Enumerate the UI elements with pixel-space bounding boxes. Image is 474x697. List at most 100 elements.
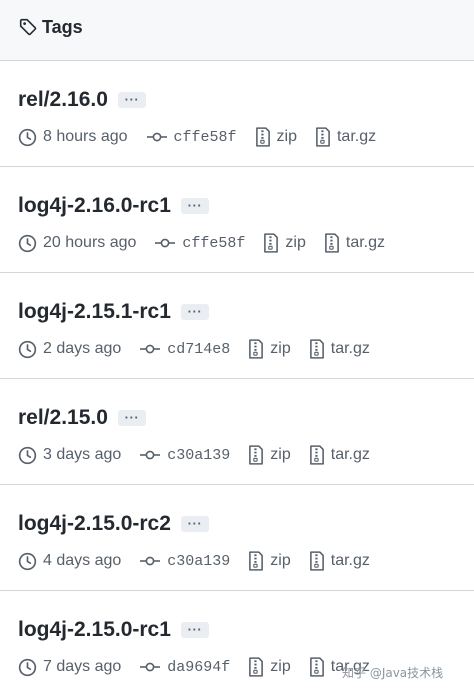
- tag-name-link[interactable]: log4j-2.15.0-rc2: [18, 510, 171, 538]
- file-zip-icon: [249, 339, 264, 359]
- zip-label: zip: [270, 446, 291, 463]
- file-zip-icon: [249, 551, 264, 571]
- relative-time: 20 hours ago: [43, 234, 137, 251]
- zip-download-link[interactable]: zip: [248, 551, 291, 571]
- relative-time: 7 days ago: [43, 658, 122, 675]
- tag-row: log4j-2.15.1-rc1 ··· 2 days ago cd714e8 zip t…: [0, 273, 474, 379]
- file-zip-icon: [324, 233, 339, 253]
- tag-row: log4j-2.16.0-rc1 ··· 20 hours ago cffe58f zi…: [0, 167, 474, 273]
- relative-time: 4 days ago: [43, 552, 122, 569]
- targz-label: tar.gz: [330, 340, 370, 357]
- file-zip-icon: [309, 339, 324, 359]
- tag-meta: 4 days ago c30a139 zip tar.gz: [18, 549, 388, 573]
- commit-link[interactable]: c30a139: [139, 553, 230, 570]
- clock-icon: [18, 234, 37, 252]
- tag-row: log4j-2.15.0-rc1 ··· 7 days ago da9694f zip t…: [0, 591, 474, 697]
- commit-sha: cffe58f: [182, 234, 246, 252]
- relative-time: 2 days ago: [43, 340, 122, 357]
- commit-sha: c30a139: [167, 552, 231, 570]
- commit-icon: [155, 238, 176, 248]
- commit-sha: c30a139: [167, 446, 231, 464]
- tag-heading: log4j-2.15.1-rc1 ···: [18, 298, 209, 326]
- zip-label: zip: [270, 552, 291, 569]
- tag-row: rel/2.15.0 ··· 3 days ago c30a139 zip tar.gz: [0, 379, 474, 485]
- tag-meta: 8 hours ago cffe58f zip tar.gz: [18, 125, 394, 149]
- commit-icon: [140, 450, 161, 460]
- targz-download-link[interactable]: tar.gz: [309, 445, 370, 465]
- file-zip-icon: [309, 551, 324, 571]
- commit-link[interactable]: cffe58f: [154, 235, 245, 252]
- commit-icon: [140, 556, 161, 566]
- targz-download-link[interactable]: tar.gz: [309, 551, 370, 571]
- file-zip-icon: [255, 127, 270, 147]
- file-zip-icon: [309, 657, 324, 677]
- zip-label: zip: [270, 658, 291, 675]
- tag-meta: 20 hours ago cffe58f zip tar.gz: [18, 231, 403, 255]
- zip-download-link[interactable]: zip: [248, 339, 291, 359]
- commit-sha: cffe58f: [173, 128, 237, 146]
- tag-date: 7 days ago: [18, 658, 121, 677]
- tag-heading: rel/2.16.0 ···: [18, 86, 146, 114]
- tag-heading: log4j-2.15.0-rc2 ···: [18, 510, 209, 538]
- more-button[interactable]: ···: [180, 622, 209, 638]
- more-button[interactable]: ···: [180, 198, 209, 214]
- targz-download-link[interactable]: tar.gz: [309, 339, 370, 359]
- tag-name-link[interactable]: log4j-2.16.0-rc1: [18, 192, 171, 220]
- tag-icon: [19, 18, 37, 36]
- clock-icon: [18, 128, 37, 146]
- zip-download-link[interactable]: zip: [248, 445, 291, 465]
- commit-icon: [140, 344, 161, 354]
- commit-icon: [140, 662, 161, 672]
- targz-label: tar.gz: [330, 552, 370, 569]
- tag-row: rel/2.16.0 ··· 8 hours ago cffe58f zip tar.gz: [0, 61, 474, 167]
- clock-icon: [18, 340, 37, 358]
- targz-download-link[interactable]: tar.gz: [324, 233, 385, 253]
- page-title: Tags: [42, 17, 83, 37]
- more-button[interactable]: ···: [117, 410, 146, 426]
- more-button[interactable]: ···: [117, 92, 146, 108]
- targz-label: tar.gz: [345, 234, 386, 251]
- tag-name-link[interactable]: log4j-2.15.0-rc1: [18, 616, 171, 644]
- commit-link[interactable]: c30a139: [139, 447, 230, 464]
- file-zip-icon: [309, 445, 324, 465]
- tag-meta: 2 days ago cd714e8 zip tar.gz: [18, 337, 388, 361]
- zip-download-link[interactable]: zip: [255, 127, 297, 147]
- tag-date: 8 hours ago: [18, 128, 128, 147]
- more-button[interactable]: ···: [180, 304, 209, 320]
- tag-date: 2 days ago: [18, 340, 121, 359]
- zip-label: zip: [276, 128, 297, 145]
- commit-link[interactable]: cffe58f: [146, 129, 237, 146]
- targz-download-link[interactable]: tar.gz: [315, 127, 376, 147]
- zip-label: zip: [270, 340, 291, 357]
- file-zip-icon: [249, 657, 264, 677]
- tag-name-link[interactable]: rel/2.16.0: [18, 86, 108, 114]
- tags-header: Tags: [0, 0, 474, 61]
- tag-date: 20 hours ago: [18, 234, 136, 253]
- tag-heading: log4j-2.15.0-rc1 ···: [18, 616, 209, 644]
- clock-icon: [18, 658, 37, 676]
- zip-download-link[interactable]: zip: [263, 233, 306, 253]
- tag-row: log4j-2.15.0-rc2 ··· 4 days ago c30a139 zip t…: [0, 485, 474, 591]
- commit-icon: [146, 132, 167, 142]
- tag-date: 4 days ago: [18, 552, 121, 571]
- zip-download-link[interactable]: zip: [248, 657, 291, 677]
- relative-time: 8 hours ago: [43, 128, 128, 145]
- tag-date: 3 days ago: [18, 446, 121, 465]
- more-button[interactable]: ···: [180, 516, 209, 532]
- clock-icon: [18, 552, 37, 570]
- zip-label: zip: [285, 234, 306, 251]
- commit-link[interactable]: cd714e8: [139, 341, 230, 358]
- file-zip-icon: [264, 233, 279, 253]
- tag-name-link[interactable]: rel/2.15.0: [18, 404, 108, 432]
- tag-heading: rel/2.15.0 ···: [18, 404, 146, 432]
- tag-meta: 7 days ago da9694f zip tar.gz: [18, 655, 388, 679]
- relative-time: 3 days ago: [43, 446, 122, 463]
- targz-label: tar.gz: [330, 446, 370, 463]
- commit-sha: cd714e8: [167, 340, 231, 358]
- tag-heading: log4j-2.16.0-rc1 ···: [18, 192, 209, 220]
- file-zip-icon: [249, 445, 264, 465]
- tag-meta: 3 days ago c30a139 zip tar.gz: [18, 443, 388, 467]
- commit-sha: da9694f: [167, 658, 231, 676]
- tag-name-link[interactable]: log4j-2.15.1-rc1: [18, 298, 171, 326]
- commit-link[interactable]: da9694f: [139, 659, 230, 676]
